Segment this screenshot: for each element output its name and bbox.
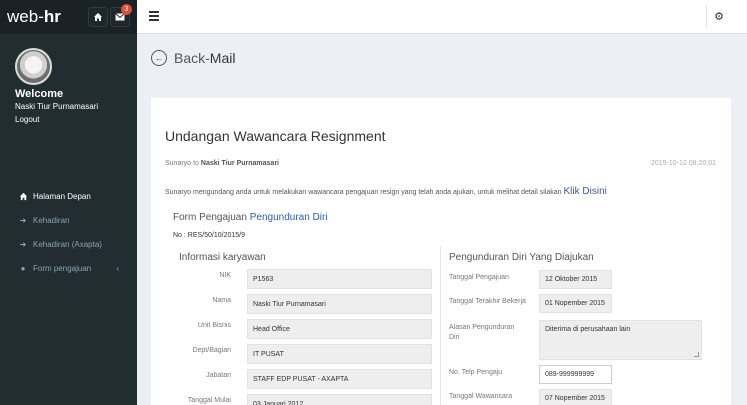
sidebar: web-hr 3 Welcome Naski Tiur Purnamasari … [0, 0, 137, 405]
detail-link[interactable]: Klik Disini [564, 186, 607, 197]
mail-subject: Undangan Wawancara Resignment [165, 128, 386, 144]
divider [706, 6, 707, 28]
notification-badge: 3 [121, 4, 132, 15]
home-icon [94, 13, 102, 21]
sidebar-item-form-pengajuan[interactable]: ● Form pengajuan ‹ [0, 256, 137, 280]
brand-bar: web-hr 3 [0, 0, 137, 34]
circle-icon: ● [20, 263, 26, 273]
field-tanggal-wawancara: 07 Nopember 2015 [539, 389, 612, 405]
welcome-text: Welcome [15, 88, 64, 100]
top-navbar: ⚙ [137, 0, 747, 34]
field-label-tanggal-pengajuan: Tanggal Pengajuan [449, 274, 509, 281]
sidebar-menu: Halaman Depan ➜ Kehadiran ➜ Kehadiran (A… [0, 184, 137, 280]
field-label-alasan: Alasan Pengunduran Diri [449, 324, 515, 341]
mail-date: 2015-10-12 08:20:01 [651, 160, 716, 167]
home-icon [17, 192, 29, 201]
page-title: Back-Mail [174, 50, 236, 66]
field-label-telp: No. Telp Pengaju [449, 369, 503, 376]
sidebar-item-kehadiran[interactable]: ➜ Kehadiran [0, 208, 137, 232]
section-title-resignation: Pengunduran Diri Yang Diajukan [449, 252, 594, 263]
field-tanggal-pengajuan: 12 Oktober 2015 [539, 270, 612, 289]
mail-body: Sunaryo mengundang anda untuk melakukan … [165, 186, 607, 197]
sign-in-icon: ➜ [19, 215, 27, 225]
field-label-nama: Nama [212, 297, 231, 304]
user-panel: Welcome Naski Tiur Purnamasari Logout [0, 34, 137, 179]
field-tanggal-mulai: 03 Januari 2012 [247, 394, 432, 405]
user-name: Naski Tiur Purnamasari [15, 102, 99, 111]
sidebar-item-halaman-depan[interactable]: Halaman Depan [0, 184, 137, 208]
field-label-tanggal-terakhir: Tanggal Terakhir Bekerja [449, 298, 526, 305]
home-button[interactable] [88, 7, 108, 27]
chevron-left-icon: ‹ [116, 263, 119, 273]
field-tanggal-terakhir: 01 Nopember 2015 [539, 294, 612, 313]
field-unit-bisnis: Head Office [247, 319, 432, 339]
section-title-employee: Informasi karyawan [179, 252, 266, 263]
resize-handle-icon[interactable] [694, 352, 699, 357]
sidebar-item-label: Halaman Depan [33, 191, 91, 201]
breadcrumb[interactable]: ← Back-Mail [151, 50, 235, 66]
menu-toggle-icon[interactable] [149, 11, 159, 23]
brand-logo[interactable]: web-hr [7, 7, 61, 27]
form-title: Form Pengajuan Pengunduran Diri [173, 212, 328, 223]
sidebar-item-label: Form pengajuan [33, 263, 92, 273]
form-number: No : RES/50/10/2015/9 [173, 232, 245, 239]
field-jabatan: STAFF EDP PUSAT - AXAPTA [247, 369, 432, 389]
field-label-jabatan: Jabatan [206, 372, 231, 379]
field-label-tanggal-mulai: Tanggal Mulai [187, 397, 231, 404]
field-label-unit-bisnis: Unit Bisnis [197, 322, 231, 329]
sidebar-item-label: Kehadiran (Axapta) [33, 239, 102, 249]
mail-card: Undangan Wawancara Resignment Sunaryo to N… [151, 98, 731, 405]
field-label-tanggal-wawancara: Tanggal Wawancara [449, 393, 513, 400]
gear-icon[interactable]: ⚙ [714, 10, 724, 23]
field-dept: IT PUSAT [247, 344, 432, 364]
field-nama: Naski Tiur Purnamasari [247, 294, 432, 314]
sidebar-item-kehadiran-axapta[interactable]: ➜ Kehadiran (Axapta) [0, 232, 137, 256]
mail-sender: Sunaryo to Naski Tiur Purnamasari [165, 160, 279, 167]
logout-link[interactable]: Logout [15, 115, 122, 124]
field-telp[interactable]: 089-999999999 [539, 365, 612, 384]
field-label-dept: Dept/Bagian [192, 347, 231, 354]
field-alasan[interactable]: Diterima di perusahaan lain [539, 320, 702, 360]
field-label-nik: NIK [219, 272, 231, 279]
arrow-left-icon[interactable]: ← [151, 50, 167, 66]
sign-in-icon: ➜ [19, 239, 27, 249]
field-nik: P1563 [247, 269, 432, 289]
avatar [15, 48, 52, 85]
mail-button[interactable]: 3 [110, 4, 132, 27]
sidebar-item-label: Kehadiran [33, 215, 70, 225]
column-divider [440, 246, 441, 405]
